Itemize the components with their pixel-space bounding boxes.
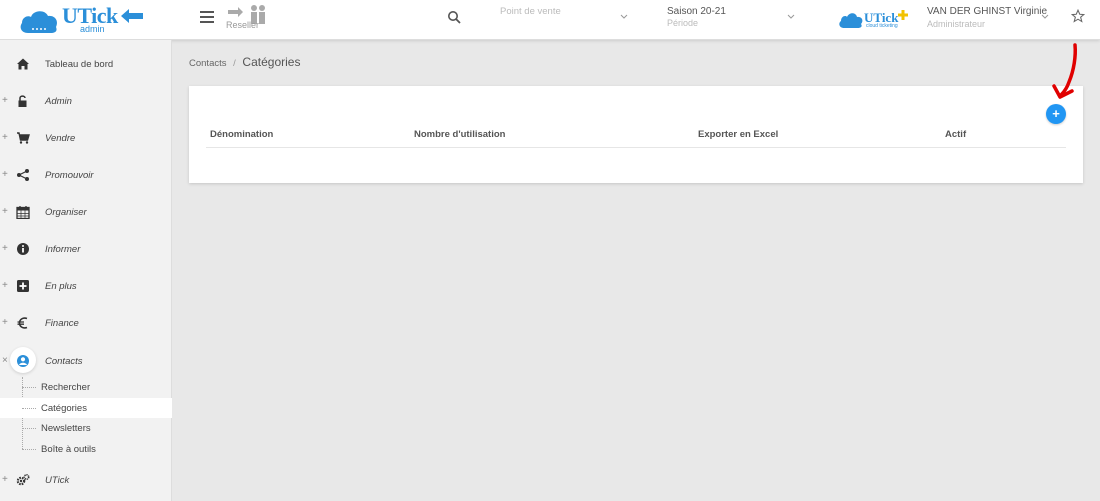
hamburger-bar [200, 11, 214, 13]
submenu-item-categories[interactable]: Catégories [0, 397, 172, 418]
tree-branch [22, 448, 36, 450]
arrow-left-icon [121, 9, 143, 23]
sidebar-item-finance[interactable]: + Finance [0, 311, 172, 337]
sidebar-item-tableau-de-bord[interactable]: Tableau de bord [0, 52, 172, 78]
cloud-brand-icon [839, 13, 863, 28]
add-category-button[interactable]: + [1046, 104, 1066, 124]
breadcrumb-parent[interactable]: Contacts [189, 58, 227, 69]
expand-icon: + [2, 95, 8, 106]
info-icon [17, 243, 29, 255]
cloud-logo-icon [20, 11, 58, 33]
search-icon[interactable] [447, 10, 461, 24]
page-title: Catégories [242, 55, 301, 69]
expand-icon: + [2, 243, 8, 254]
lock-icon [18, 95, 27, 107]
submenu-item-boite-a-outils[interactable]: Boîte à outils [0, 439, 172, 460]
table-header: Dénomination Nombre d'utilisation Export… [206, 124, 1066, 148]
user-menu[interactable]: VAN DER GHINST Virginie Administrateur [927, 6, 1052, 29]
reseller-button[interactable]: Reseller [226, 4, 274, 34]
plus-yellow-icon [898, 10, 908, 20]
calendar-icon [16, 206, 30, 219]
hamburger-bar [200, 16, 214, 18]
gears-icon [16, 473, 30, 486]
expand-icon: + [2, 317, 8, 328]
season-value: Saison 20-21 [667, 6, 726, 17]
sidebar-item-organiser[interactable]: + Organiser [0, 200, 172, 226]
submenu-item-newsletters[interactable]: Newsletters [0, 418, 172, 439]
sidebar-item-admin[interactable]: + Admin [0, 89, 172, 115]
user-circle-icon [17, 355, 29, 367]
submenu-label: Newsletters [41, 423, 91, 434]
submenu-label: Rechercher [41, 382, 91, 393]
sidebar-item-label: Organiser [45, 207, 87, 218]
reseller-label: Reseller [226, 20, 260, 30]
chevron-down-icon [620, 14, 628, 19]
categories-card: + Dénomination Nombre d'utilisation Expo… [189, 86, 1083, 183]
utick-brand-logo: UTick cloud ticketing [838, 10, 918, 32]
expand-icon: + [2, 206, 8, 217]
column-header-actif[interactable]: Actif [945, 129, 966, 140]
cart-icon [17, 132, 30, 144]
tree-branch [22, 407, 36, 409]
point-de-vente-select[interactable]: Point de vente [500, 6, 630, 34]
point-de-vente-value: Point de vente [500, 6, 561, 17]
home-icon [17, 58, 29, 70]
hamburger-bar [200, 21, 214, 23]
user-role: Administrateur [927, 19, 986, 29]
chevron-down-icon [787, 14, 795, 19]
season-select[interactable]: Saison 20-21 Période [667, 6, 797, 34]
sidebar-item-vendre[interactable]: + Vendre [0, 126, 172, 152]
column-header-exporter-excel[interactable]: Exporter en Excel [698, 129, 778, 140]
sidebar-item-utick[interactable]: + UTick [0, 468, 172, 494]
sidebar-item-label: Contacts [45, 356, 83, 367]
sidebar-item-label: Finance [45, 318, 79, 329]
expand-icon: + [2, 169, 8, 180]
sidebar-item-label: Tableau de bord [45, 59, 114, 70]
expand-icon: + [2, 474, 8, 485]
tree-branch [22, 387, 36, 388]
red-arrow-annotation [1052, 43, 1077, 99]
sidebar-item-contacts[interactable]: × Contacts [0, 347, 172, 375]
star-icon[interactable] [1071, 9, 1085, 23]
collapse-icon: × [2, 355, 8, 366]
sidebar: Tableau de bord + Admin + Vendre + Promo… [0, 40, 172, 501]
sidebar-item-en-plus[interactable]: + En plus [0, 274, 172, 300]
sidebar-item-label: Promouvoir [45, 170, 94, 181]
sidebar-item-promouvoir[interactable]: + Promouvoir [0, 163, 172, 189]
submenu-item-rechercher[interactable]: Rechercher [0, 377, 172, 398]
expand-icon: + [2, 280, 8, 291]
user-name: VAN DER GHINST Virginie [927, 6, 1048, 17]
sidebar-item-informer[interactable]: + Informer [0, 237, 172, 263]
season-sublabel: Période [667, 18, 699, 28]
column-header-nombre-utilisation[interactable]: Nombre d'utilisation [414, 129, 505, 140]
tree-branch [22, 428, 36, 429]
submenu-label: Boîte à outils [41, 443, 96, 455]
expand-icon: + [2, 132, 8, 143]
share-icon [17, 169, 29, 181]
sidebar-item-label: Admin [45, 96, 72, 107]
plus-square-icon [17, 280, 29, 292]
sidebar-item-label: UTick [45, 475, 70, 486]
sidebar-item-label: Vendre [45, 133, 76, 144]
utick-admin-logo[interactable]: UTick admin [18, 3, 148, 37]
top-bar: UTick admin Reseller Point de vente Sais… [0, 0, 1100, 40]
sidebar-item-label: En plus [45, 281, 77, 292]
submenu-label: Catégories [41, 402, 87, 414]
logo-subtext: admin [80, 24, 105, 34]
chevron-down-icon [1041, 14, 1049, 19]
brand2-subtext: cloud ticketing [866, 23, 898, 29]
contacts-submenu: Rechercher Catégories Newsletters Boîte … [0, 377, 172, 459]
column-header-denomination[interactable]: Dénomination [210, 129, 273, 140]
breadcrumb: Contacts / Catégories [189, 55, 300, 69]
euro-icon [17, 317, 28, 329]
menu-toggle-button[interactable] [200, 11, 214, 25]
breadcrumb-separator: / [233, 58, 236, 69]
sidebar-item-label: Informer [45, 244, 81, 255]
